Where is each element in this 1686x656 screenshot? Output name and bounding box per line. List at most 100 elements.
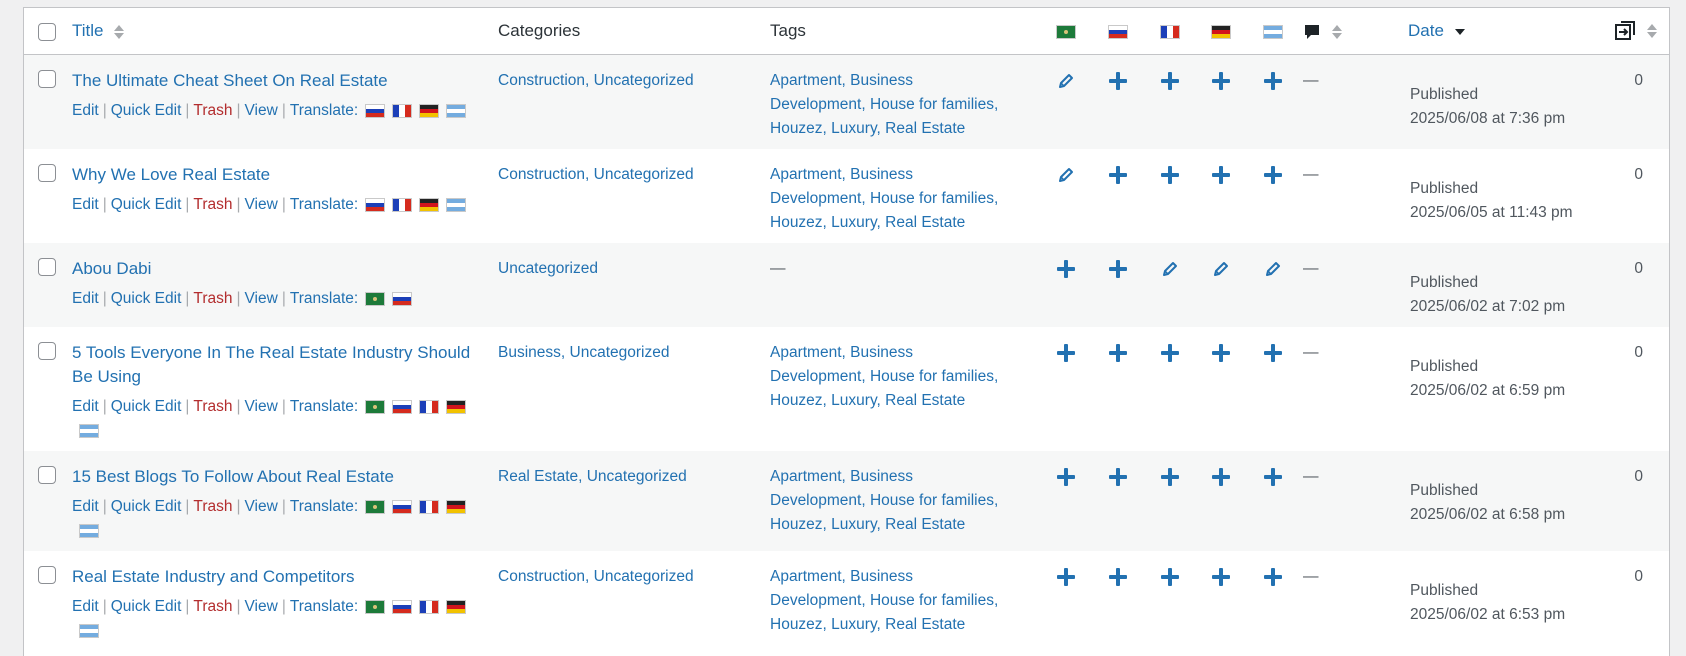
sort-icon[interactable] [1331, 24, 1342, 39]
add-translation-icon[interactable] [1264, 165, 1282, 184]
row-checkbox[interactable] [38, 565, 56, 584]
tag-line[interactable]: Apartment, Business [770, 163, 1032, 187]
trash-link[interactable]: Trash [193, 498, 232, 515]
translate-flag-ar-icon[interactable] [365, 291, 386, 306]
categories-cell[interactable]: Construction, Uncategorized [498, 551, 770, 651]
view-link[interactable]: View [245, 398, 278, 415]
post-title-link[interactable]: Abou Dabi [72, 257, 490, 281]
select-all-checkbox[interactable] [38, 22, 56, 41]
translate-flag-ru-icon[interactable] [392, 399, 413, 414]
view-link[interactable]: View [245, 290, 278, 307]
quick-edit-link[interactable]: Quick Edit [111, 196, 182, 213]
translate-flag-argentina-icon[interactable] [79, 423, 99, 438]
add-translation-icon[interactable] [1264, 467, 1282, 486]
translate-flag-ar-icon[interactable] [365, 599, 386, 614]
view-link[interactable]: View [245, 196, 278, 213]
translate-flag-de-icon[interactable] [446, 399, 467, 414]
add-translation-icon[interactable] [1264, 343, 1282, 362]
date-column-header[interactable]: Date [1394, 8, 1614, 55]
comments-column-header[interactable] [1299, 8, 1394, 55]
trash-link[interactable]: Trash [193, 290, 232, 307]
tag-line[interactable]: Apartment, Business [770, 341, 1032, 365]
row-checkbox[interactable] [38, 465, 56, 484]
quick-edit-link[interactable]: Quick Edit [111, 398, 182, 415]
translate-flag-fr-icon[interactable] [419, 499, 440, 514]
date-sort-link[interactable]: Date [1408, 21, 1444, 40]
title-sort-link[interactable]: Title [72, 21, 104, 40]
categories-cell[interactable]: Uncategorized [498, 243, 770, 327]
add-translation-icon[interactable] [1057, 567, 1075, 586]
post-title-link[interactable]: Why We Love Real Estate [72, 163, 490, 187]
translate-flag-ar-icon[interactable] [365, 399, 386, 414]
post-title-link[interactable]: 5 Tools Everyone In The Real Estate Indu… [72, 341, 490, 389]
sort-icon[interactable] [114, 24, 125, 39]
edit-link[interactable]: Edit [72, 102, 99, 119]
quick-edit-link[interactable]: Quick Edit [111, 498, 182, 515]
translate-flag-ru-icon[interactable] [392, 599, 413, 614]
translate-flag-ru-icon[interactable] [392, 499, 413, 514]
add-translation-icon[interactable] [1212, 567, 1230, 586]
translate-flag-argentina-icon[interactable] [446, 103, 467, 118]
pencil-icon[interactable] [1161, 260, 1179, 278]
trash-link[interactable]: Trash [193, 102, 232, 119]
sort-desc-icon[interactable] [1454, 28, 1465, 35]
add-translation-icon[interactable] [1160, 71, 1179, 90]
tag-line[interactable]: Development, House for families, [770, 93, 1032, 117]
add-translation-icon[interactable] [1057, 259, 1075, 278]
view-link[interactable]: View [245, 102, 278, 119]
count-column-header[interactable] [1614, 8, 1669, 55]
add-translation-icon[interactable] [1109, 343, 1127, 362]
add-translation-icon[interactable] [1160, 165, 1179, 184]
quick-edit-link[interactable]: Quick Edit [111, 598, 182, 615]
view-link[interactable]: View [245, 498, 278, 515]
title-column-header[interactable]: Title [72, 8, 498, 55]
add-translation-icon[interactable] [1109, 71, 1127, 90]
add-translation-icon[interactable] [1109, 165, 1127, 184]
tag-line[interactable]: Development, House for families, [770, 365, 1032, 389]
add-translation-icon[interactable] [1109, 567, 1127, 586]
add-translation-icon[interactable] [1264, 71, 1282, 90]
translate-flag-ru-icon[interactable] [365, 197, 386, 212]
quick-edit-link[interactable]: Quick Edit [111, 290, 182, 307]
add-translation-icon[interactable] [1212, 343, 1230, 362]
add-translation-icon[interactable] [1109, 259, 1127, 278]
add-translation-icon[interactable] [1160, 343, 1179, 362]
translate-flag-ru-icon[interactable] [392, 291, 413, 306]
edit-link[interactable]: Edit [72, 598, 99, 615]
translate-flag-de-icon[interactable] [446, 499, 467, 514]
translate-flag-argentina-icon[interactable] [79, 623, 99, 638]
post-title-link[interactable]: Real Estate Industry and Competitors [72, 565, 490, 589]
edit-link[interactable]: Edit [72, 290, 99, 307]
add-translation-icon[interactable] [1212, 467, 1230, 486]
trash-link[interactable]: Trash [193, 598, 232, 615]
tag-line[interactable]: Apartment, Business [770, 69, 1032, 93]
edit-link[interactable]: Edit [72, 196, 99, 213]
categories-cell[interactable]: Construction, Uncategorized [498, 149, 770, 243]
tag-line[interactable]: Apartment, Business [770, 565, 1032, 589]
post-title-link[interactable]: The Ultimate Cheat Sheet On Real Estate [72, 69, 490, 93]
translate-flag-de-icon[interactable] [419, 103, 440, 118]
translate-flag-fr-icon[interactable] [392, 197, 413, 212]
trash-link[interactable]: Trash [193, 196, 232, 213]
edit-link[interactable]: Edit [72, 398, 99, 415]
translate-flag-fr-icon[interactable] [392, 103, 413, 118]
row-checkbox[interactable] [38, 69, 56, 88]
translate-flag-argentina-icon[interactable] [446, 197, 467, 212]
translate-flag-de-icon[interactable] [419, 197, 440, 212]
add-translation-icon[interactable] [1109, 467, 1127, 486]
pencil-icon[interactable] [1212, 260, 1230, 278]
tag-line[interactable]: Houzez, Luxury, Real Estate [770, 613, 1032, 637]
quick-edit-link[interactable]: Quick Edit [111, 102, 182, 119]
add-translation-icon[interactable] [1057, 343, 1075, 362]
translate-flag-de-icon[interactable] [446, 599, 467, 614]
add-translation-icon[interactable] [1212, 71, 1230, 90]
add-translation-icon[interactable] [1160, 467, 1179, 486]
tag-line[interactable]: Houzez, Luxury, Real Estate [770, 117, 1032, 141]
add-translation-icon[interactable] [1057, 467, 1075, 486]
tag-line[interactable]: Development, House for families, [770, 589, 1032, 613]
translate-flag-ru-icon[interactable] [365, 103, 386, 118]
pencil-icon[interactable] [1057, 166, 1075, 184]
translate-flag-argentina-icon[interactable] [79, 523, 99, 538]
pencil-icon[interactable] [1057, 72, 1075, 90]
translate-flag-fr-icon[interactable] [419, 399, 440, 414]
